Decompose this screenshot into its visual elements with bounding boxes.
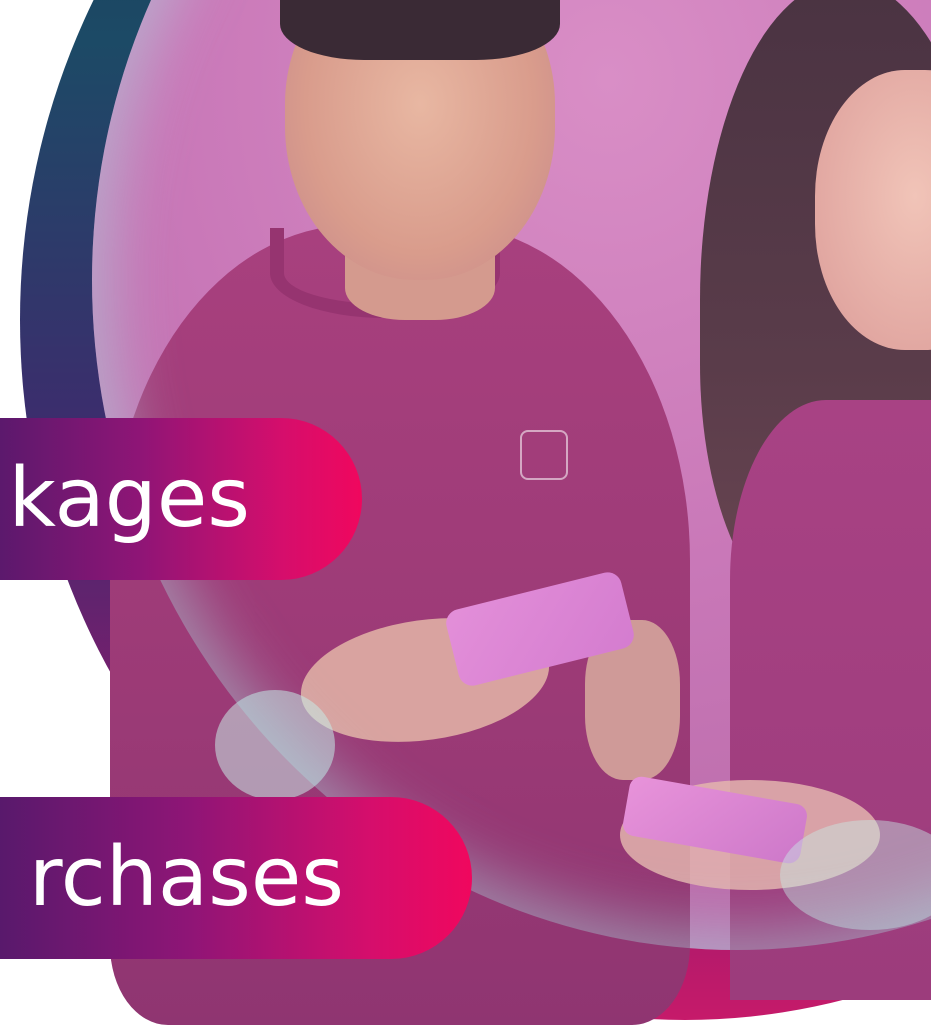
promo-banner: kages rchases — [0, 0, 931, 1026]
shirt-logo-icon — [520, 430, 568, 480]
banner-pill-purchases[interactable]: rchases — [0, 797, 472, 959]
sleeve-highlight — [215, 690, 335, 800]
banner-pill-label: rchases — [28, 830, 344, 925]
banner-pill-label: kages — [8, 451, 250, 546]
banner-pill-packages[interactable]: kages — [0, 418, 362, 580]
person-man-hair — [280, 0, 560, 60]
